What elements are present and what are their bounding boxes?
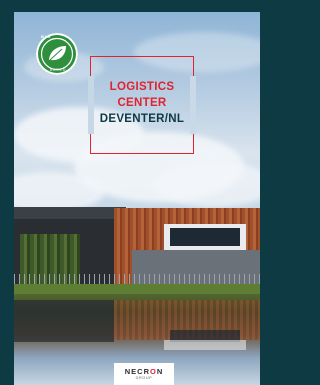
cloud (14, 172, 104, 212)
logo-name: NECRON (124, 367, 164, 376)
badge-top-text: B I O (41, 34, 51, 39)
badge-bottom-text: B A S E D (50, 68, 66, 72)
grass-bank (14, 284, 260, 294)
necron-logo: NECRON GROUP (114, 363, 174, 385)
reflection-dark (14, 300, 114, 342)
title-line-2: CENTER (117, 97, 167, 109)
building-window (170, 228, 240, 246)
reflection-cantilever (164, 340, 246, 350)
bio-based-badge: B I O B A S E D (36, 33, 78, 75)
logo-subtitle: GROUP (135, 376, 153, 380)
brochure-cover: LOGISTICS CENTER DEVENTER/NL B I O B A S… (14, 12, 260, 385)
title-line-1: LOGISTICS (109, 81, 175, 93)
title-line-3: DEVENTER/NL (99, 113, 185, 125)
cover-title: LOGISTICS CENTER DEVENTER/NL (74, 79, 210, 127)
building-roof-edge (14, 207, 126, 219)
